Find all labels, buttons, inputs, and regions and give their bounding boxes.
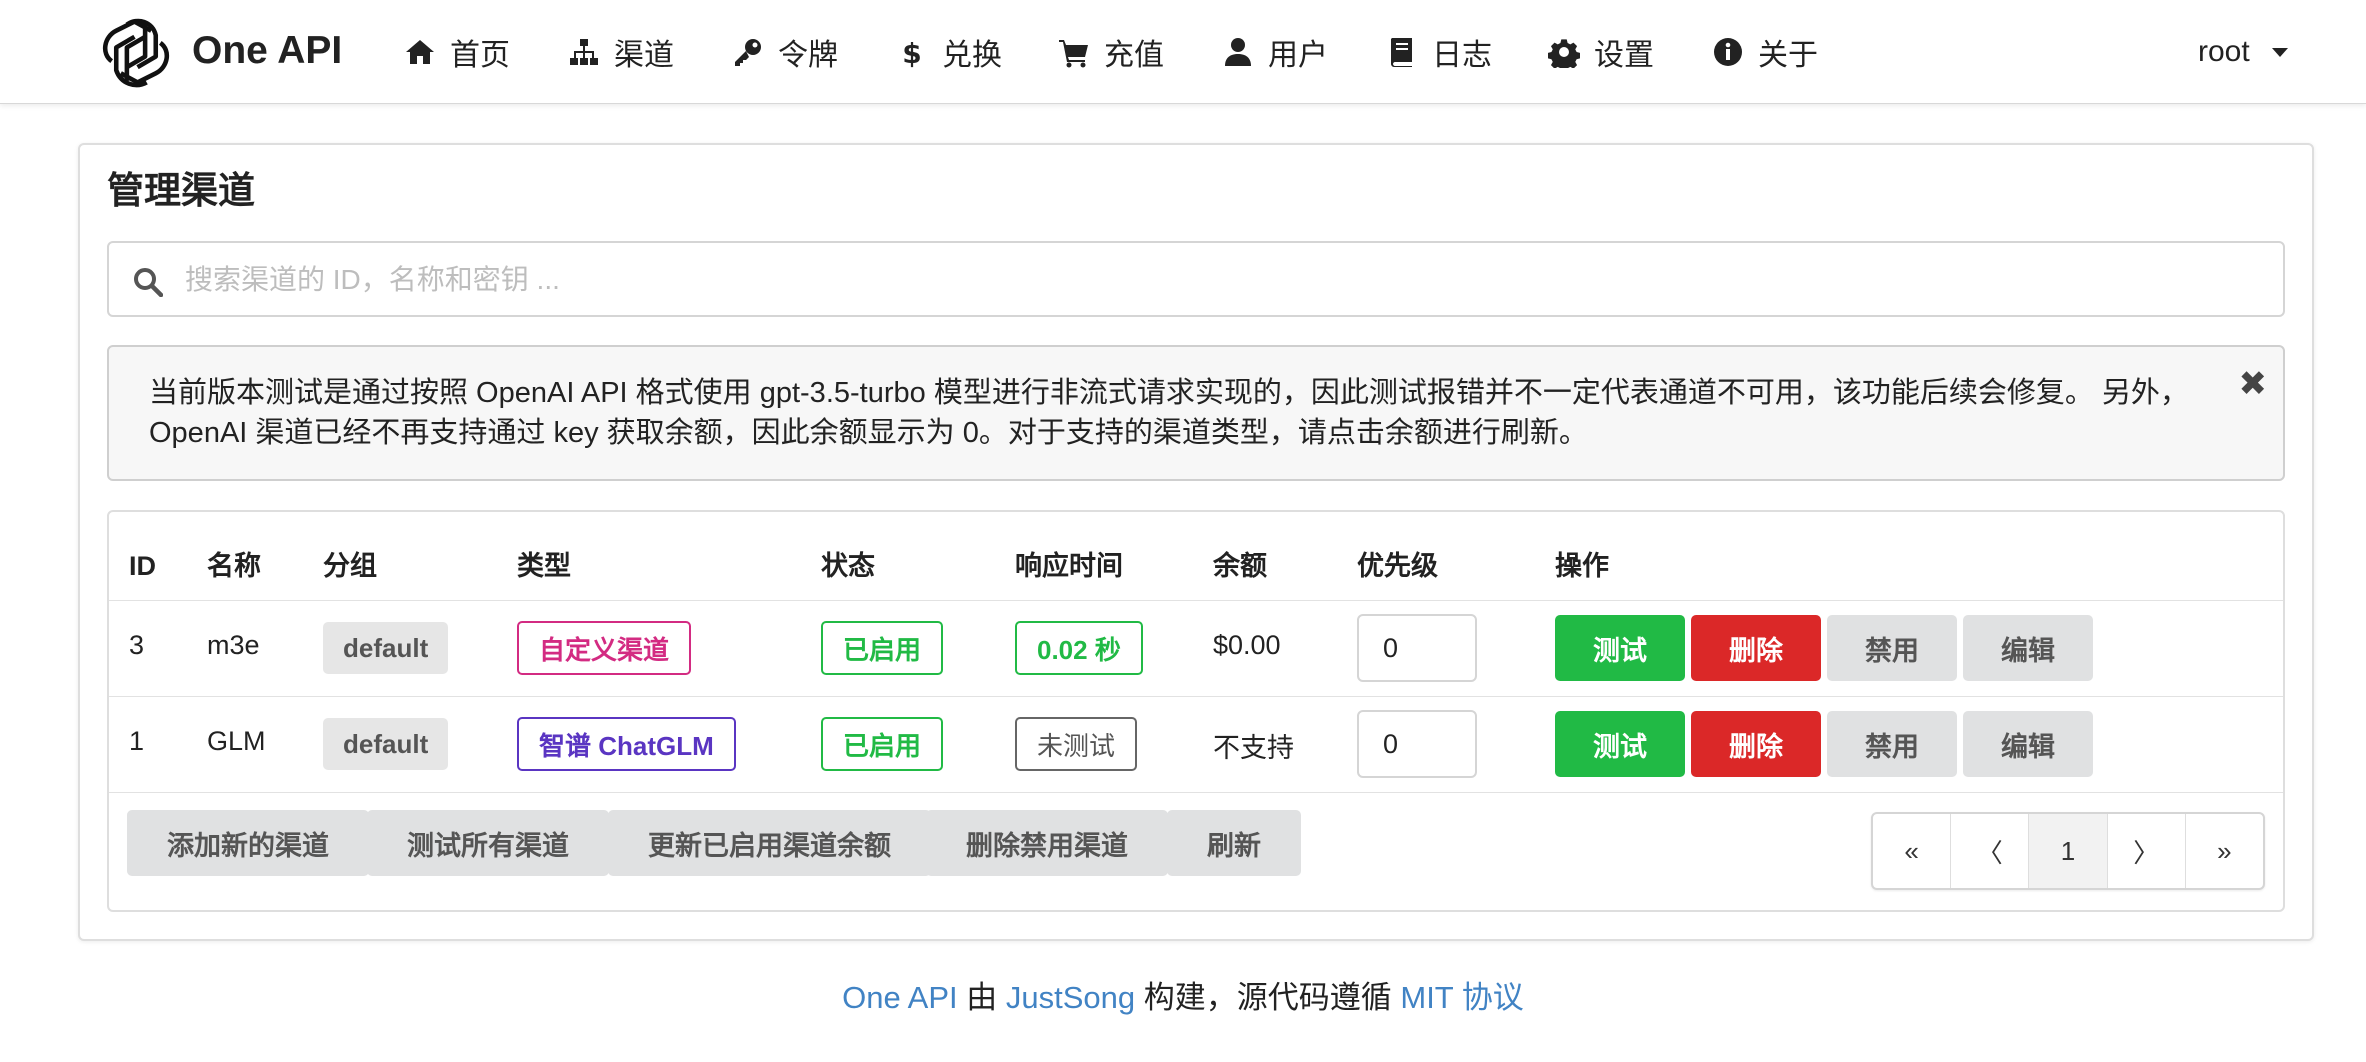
nav-channels[interactable]: 渠道 — [568, 28, 674, 76]
sitemap-icon — [570, 39, 598, 65]
nav-label: 渠道 — [614, 39, 674, 72]
chevron-down-icon — [2271, 47, 2288, 57]
column-header-id[interactable]: ID — [129, 536, 156, 596]
prev-page-button[interactable]: 〈 — [1951, 814, 2030, 888]
type-label: 自定义渠道 — [517, 621, 692, 675]
user-dropdown[interactable]: root — [2198, 28, 2288, 76]
username: root — [2198, 35, 2250, 68]
row-divider — [109, 696, 2283, 697]
svg-text:$: $ — [902, 37, 921, 68]
delete-disabled-button[interactable]: 删除禁用渠道 — [926, 810, 1168, 876]
test-all-channels-button[interactable]: 测试所有渠道 — [367, 810, 609, 876]
row-divider — [109, 792, 2283, 793]
nav-users[interactable]: 用户 — [1222, 28, 1328, 76]
column-header-name[interactable]: 名称 — [207, 536, 261, 596]
nav-label: 令牌 — [778, 39, 838, 72]
user-icon — [1225, 38, 1251, 66]
notice-text: 当前版本测试是通过按照 OpenAI API 格式使用 gpt-3.5-turb… — [149, 377, 2189, 449]
search-input[interactable] — [185, 253, 2265, 307]
first-page-button[interactable]: « — [1873, 814, 1952, 888]
column-header-balance[interactable]: 余额 — [1213, 536, 1267, 596]
response-time-badge[interactable]: 0.02 秒 — [1015, 621, 1143, 675]
nav-label: 充值 — [1104, 39, 1164, 72]
footer-license-link[interactable]: MIT 协议 — [1400, 980, 1523, 1015]
column-header-actions: 操作 — [1555, 551, 1609, 581]
top-navbar: One API 首页 渠道 令牌 $ 兑换 充值 用户 日志 设置 关于 roo… — [0, 0, 2366, 104]
info-icon — [1714, 38, 1742, 66]
update-balance-button[interactable]: 更新已启用渠道余额 — [608, 810, 931, 876]
nav-label: 设置 — [1594, 39, 1654, 72]
column-header-type[interactable]: 类型 — [517, 536, 571, 596]
nav-settings[interactable]: 设置 — [1548, 28, 1654, 76]
page-number-button[interactable]: 1 — [2029, 814, 2108, 888]
test-button[interactable]: 测试 — [1555, 711, 1685, 777]
footer-author-link[interactable]: JustSong — [1006, 980, 1135, 1015]
footer-text: 由 — [957, 980, 1006, 1015]
close-icon[interactable]: ✖ — [2239, 367, 2268, 401]
row-divider — [109, 600, 2283, 601]
delete-button[interactable]: 删除 — [1691, 615, 1821, 681]
nav-label: 关于 — [1758, 39, 1818, 72]
nav-tokens[interactable]: 令牌 — [732, 28, 838, 76]
nav-label: 日志 — [1432, 39, 1492, 72]
disable-button[interactable]: 禁用 — [1827, 711, 1957, 777]
response-time-badge[interactable]: 未测试 — [1015, 717, 1138, 771]
last-page-button[interactable]: » — [2186, 814, 2263, 888]
cell-balance[interactable]: 不支持 — [1213, 726, 1294, 765]
page-footer: One API 由 JustSong 构建，源代码遵循 MIT 协议 — [0, 976, 2366, 1020]
cell-balance[interactable]: $0.00 — [1213, 630, 1281, 661]
edit-button[interactable]: 编辑 — [1963, 711, 2093, 777]
status-badge: 已启用 — [821, 717, 944, 771]
dollar-icon: $ — [902, 37, 921, 68]
add-channel-button[interactable]: 添加新的渠道 — [127, 810, 369, 876]
column-header-status[interactable]: 状态 — [821, 536, 875, 596]
type-label: 智谱 ChatGLM — [517, 717, 736, 771]
cell-name: GLM — [207, 726, 266, 756]
nav-label: 用户 — [1268, 39, 1328, 72]
footer-text: 构建，源代码遵循 — [1135, 980, 1401, 1015]
book-icon — [1391, 38, 1412, 67]
group-label: default — [323, 718, 449, 770]
nav-about[interactable]: 关于 — [1712, 28, 1818, 76]
nav-label: 兑换 — [942, 39, 1002, 72]
home-icon — [406, 40, 434, 64]
footer-app-link[interactable]: One API — [842, 980, 957, 1015]
column-header-response-time[interactable]: 响应时间 — [1015, 536, 1123, 596]
nav-home[interactable]: 首页 — [404, 28, 510, 76]
info-notice: 当前版本测试是通过按照 OpenAI API 格式使用 gpt-3.5-turb… — [107, 345, 2285, 481]
cell-name: m3e — [207, 630, 260, 660]
disable-button[interactable]: 禁用 — [1827, 615, 1957, 681]
cell-id: 3 — [129, 630, 145, 660]
priority-input[interactable] — [1357, 710, 1477, 778]
nav-topup[interactable]: 充值 — [1058, 28, 1164, 76]
brand-name[interactable]: One API — [192, 27, 342, 75]
cell-id: 1 — [129, 726, 145, 756]
search-box — [107, 241, 2285, 317]
nav-logs[interactable]: 日志 — [1386, 28, 1492, 76]
openai-logo-icon[interactable] — [98, 14, 174, 90]
priority-input[interactable] — [1357, 614, 1477, 682]
status-badge: 已启用 — [821, 621, 944, 675]
pagination: « 〈 1 〉 » — [1871, 812, 2265, 890]
key-icon — [735, 39, 761, 66]
cart-icon — [1059, 40, 1088, 68]
nav-redeem[interactable]: $ 兑换 — [896, 28, 1002, 76]
test-button[interactable]: 测试 — [1555, 615, 1685, 681]
page-title: 管理渠道 — [107, 170, 255, 211]
search-icon — [134, 268, 163, 297]
group-label: default — [323, 622, 449, 674]
next-page-button[interactable]: 〉 — [2108, 814, 2186, 888]
gear-icon — [1548, 39, 1580, 68]
column-header-priority[interactable]: 优先级 — [1357, 536, 1438, 596]
refresh-button[interactable]: 刷新 — [1167, 810, 1301, 876]
edit-button[interactable]: 编辑 — [1963, 615, 2093, 681]
nav-label: 首页 — [450, 39, 510, 72]
column-header-group[interactable]: 分组 — [323, 536, 377, 596]
delete-button[interactable]: 删除 — [1691, 711, 1821, 777]
